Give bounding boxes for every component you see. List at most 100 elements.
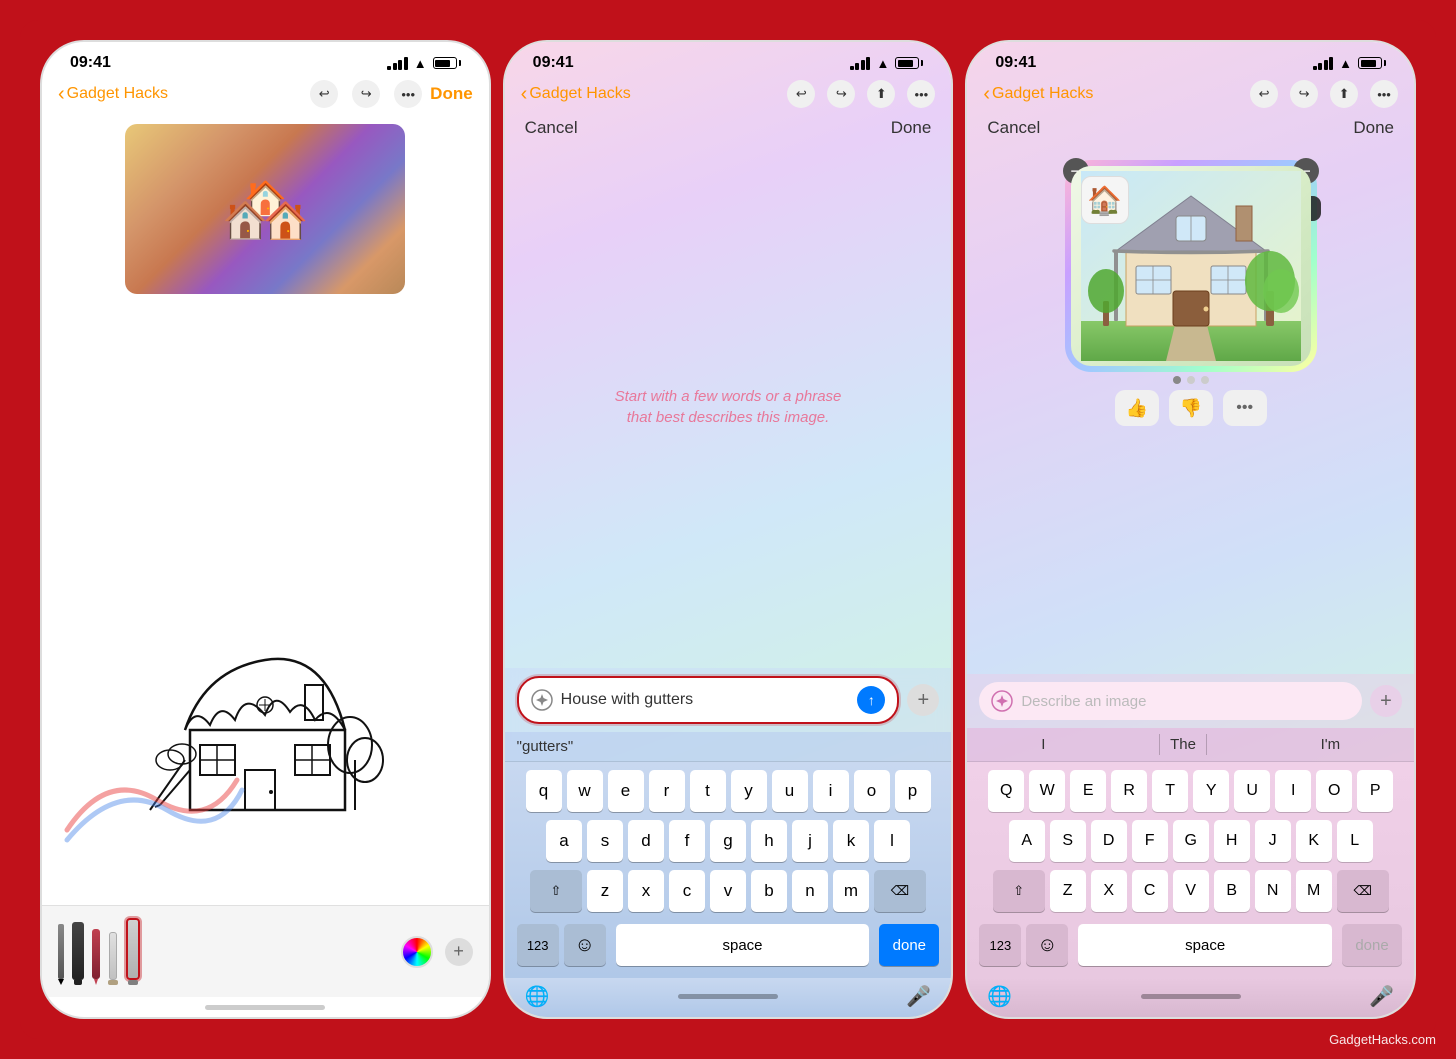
key-I-3[interactable]: I xyxy=(1275,770,1311,812)
key-y-2[interactable]: y xyxy=(731,770,767,812)
key-S-3[interactable]: S xyxy=(1050,820,1086,862)
more-button-2[interactable]: ••• xyxy=(907,80,935,108)
emoji-key-2[interactable]: ☺ xyxy=(564,924,606,966)
delete-key-2[interactable]: ⌫ xyxy=(874,870,926,912)
key-d-2[interactable]: d xyxy=(628,820,664,862)
key-e-2[interactable]: e xyxy=(608,770,644,812)
key-G-3[interactable]: G xyxy=(1173,820,1209,862)
key-Q-3[interactable]: Q xyxy=(988,770,1024,812)
key-F-3[interactable]: F xyxy=(1132,820,1168,862)
space-key-3[interactable]: space xyxy=(1078,924,1332,966)
key-B-3[interactable]: B xyxy=(1214,870,1250,912)
color-wheel-button[interactable] xyxy=(401,936,433,968)
delete-key-3[interactable]: ⌫ xyxy=(1337,870,1389,912)
nav-back-3[interactable]: ‹ Gadget Hacks xyxy=(983,83,1242,106)
done-key-3[interactable]: done xyxy=(1342,924,1402,966)
auto-word-the-3[interactable]: The xyxy=(1159,734,1207,755)
space-key-2[interactable]: space xyxy=(616,924,870,966)
key-p-2[interactable]: p xyxy=(895,770,931,812)
key-O-3[interactable]: O xyxy=(1316,770,1352,812)
key-j-2[interactable]: j xyxy=(792,820,828,862)
num-key-3[interactable]: 123 xyxy=(979,924,1021,966)
add-tool-button[interactable]: + xyxy=(445,938,473,966)
undo-button-3[interactable]: ↩ xyxy=(1250,80,1278,108)
key-A-3[interactable]: A xyxy=(1009,820,1045,862)
mic-key-2[interactable]: 🎤 xyxy=(906,984,931,1009)
redo-button-3[interactable]: ↪ xyxy=(1290,80,1318,108)
key-R-3[interactable]: R xyxy=(1111,770,1147,812)
plus-button-3[interactable]: + xyxy=(1370,685,1402,717)
key-C-3[interactable]: C xyxy=(1132,870,1168,912)
emoji-key-3[interactable]: ☺ xyxy=(1026,924,1068,966)
text-input-box-3[interactable]: Describe an image xyxy=(979,682,1362,720)
globe-key-2[interactable]: 🌐 xyxy=(525,984,550,1009)
key-w-2[interactable]: w xyxy=(567,770,603,812)
redo-button-1[interactable]: ↪ xyxy=(352,80,380,108)
nav-back-2[interactable]: ‹ Gadget Hacks xyxy=(521,83,780,106)
key-Z-3[interactable]: Z xyxy=(1050,870,1086,912)
key-s-2[interactable]: s xyxy=(587,820,623,862)
key-N-3[interactable]: N xyxy=(1255,870,1291,912)
thumbs-down-button-3[interactable]: 👎 xyxy=(1169,390,1213,426)
key-h-2[interactable]: h xyxy=(751,820,787,862)
key-q-2[interactable]: q xyxy=(526,770,562,812)
done-button-1[interactable]: Done xyxy=(430,84,473,104)
key-f-2[interactable]: f xyxy=(669,820,705,862)
key-M-3[interactable]: M xyxy=(1296,870,1332,912)
key-T-3[interactable]: T xyxy=(1152,770,1188,812)
globe-key-3[interactable]: 🌐 xyxy=(987,984,1012,1009)
text-input-box-2[interactable]: House with gutters ↑ xyxy=(517,676,900,724)
shift-key-3[interactable]: ⇧ xyxy=(993,870,1045,912)
key-a-2[interactable]: a xyxy=(546,820,582,862)
key-k-2[interactable]: k xyxy=(833,820,869,862)
key-u-2[interactable]: u xyxy=(772,770,808,812)
done-button-3[interactable]: Done xyxy=(1353,118,1394,138)
more-button-1[interactable]: ••• xyxy=(394,80,422,108)
key-b-2[interactable]: b xyxy=(751,870,787,912)
eraser-tool[interactable] xyxy=(108,932,118,985)
key-t-2[interactable]: t xyxy=(690,770,726,812)
key-H-3[interactable]: H xyxy=(1214,820,1250,862)
key-o-2[interactable]: o xyxy=(854,770,890,812)
key-U-3[interactable]: U xyxy=(1234,770,1270,812)
undo-button-2[interactable]: ↩ xyxy=(787,80,815,108)
selected-tool[interactable] xyxy=(126,918,140,985)
key-x-2[interactable]: x xyxy=(628,870,664,912)
cancel-button-3[interactable]: Cancel xyxy=(987,118,1040,138)
shift-key-2[interactable]: ⇧ xyxy=(530,870,582,912)
marker-tool[interactable] xyxy=(72,922,84,985)
key-i-2[interactable]: i xyxy=(813,770,849,812)
key-c-2[interactable]: c xyxy=(669,870,705,912)
key-J-3[interactable]: J xyxy=(1255,820,1291,862)
key-m-2[interactable]: m xyxy=(833,870,869,912)
pen-tool[interactable] xyxy=(92,929,100,985)
mic-key-3[interactable]: 🎤 xyxy=(1369,984,1394,1009)
drawing-area-1[interactable]: 🏘️ xyxy=(42,116,489,905)
key-Y-3[interactable]: Y xyxy=(1193,770,1229,812)
key-D-3[interactable]: D xyxy=(1091,820,1127,862)
key-L-3[interactable]: L xyxy=(1337,820,1373,862)
key-W-3[interactable]: W xyxy=(1029,770,1065,812)
key-g-2[interactable]: g xyxy=(710,820,746,862)
undo-button-1[interactable]: ↩ xyxy=(310,80,338,108)
key-K-3[interactable]: K xyxy=(1296,820,1332,862)
autocomplete-suggestion-2[interactable]: "gutters" xyxy=(517,738,574,755)
auto-word-i-3[interactable]: I xyxy=(1031,734,1055,755)
pencil-tool[interactable] xyxy=(58,924,64,985)
nav-back-1[interactable]: ‹ Gadget Hacks xyxy=(58,83,302,106)
plus-button-2[interactable]: + xyxy=(907,684,939,716)
more-button-3[interactable]: ••• xyxy=(1370,80,1398,108)
auto-word-im-3[interactable]: I'm xyxy=(1311,734,1351,755)
key-z-2[interactable]: z xyxy=(587,870,623,912)
share-button-3[interactable]: ⬆ xyxy=(1330,80,1358,108)
key-r-2[interactable]: r xyxy=(649,770,685,812)
key-E-3[interactable]: E xyxy=(1070,770,1106,812)
cancel-button-2[interactable]: Cancel xyxy=(525,118,578,138)
key-v-2[interactable]: v xyxy=(710,870,746,912)
num-key-2[interactable]: 123 xyxy=(517,924,559,966)
key-V-3[interactable]: V xyxy=(1173,870,1209,912)
key-n-2[interactable]: n xyxy=(792,870,828,912)
key-X-3[interactable]: X xyxy=(1091,870,1127,912)
share-button-2[interactable]: ⬆ xyxy=(867,80,895,108)
send-button-2[interactable]: ↑ xyxy=(857,686,885,714)
